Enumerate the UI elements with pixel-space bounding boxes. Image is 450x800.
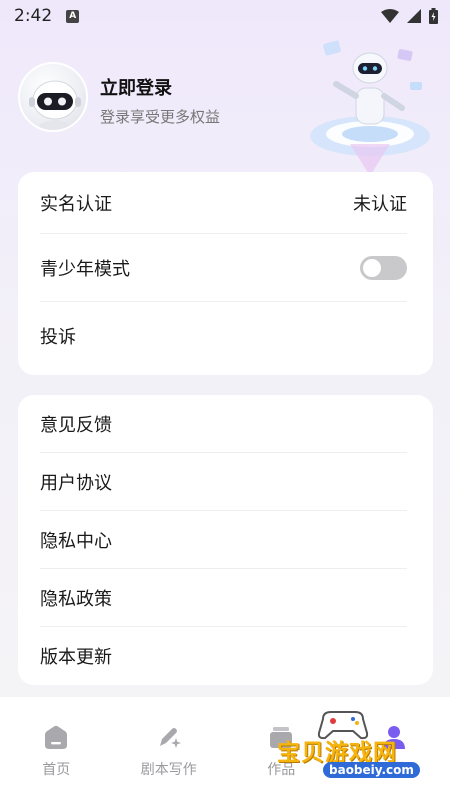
status-time: 2:42 xyxy=(14,6,53,26)
youth-mode-row: 青少年模式 xyxy=(40,234,407,302)
youth-mode-toggle[interactable] xyxy=(360,255,407,280)
tab-script-writing-label: 剧本写作 xyxy=(140,762,197,778)
toggle-knob xyxy=(363,258,381,277)
signal-icon xyxy=(407,9,421,23)
home-icon xyxy=(45,725,68,749)
tab-script-writing[interactable]: 剧本写作 xyxy=(113,697,226,800)
watermark: 宝贝游戏网 baobeiy.com xyxy=(265,705,450,785)
robot-illustration-icon xyxy=(310,40,430,176)
version-update-row[interactable]: 版本更新 xyxy=(40,627,407,685)
wifi-icon xyxy=(381,9,399,23)
tab-home-label: 首页 xyxy=(42,762,71,778)
user-agreement-label: 用户协议 xyxy=(40,472,112,494)
login-title[interactable]: 立即登录 xyxy=(100,74,172,100)
privacy-center-label: 隐私中心 xyxy=(40,530,112,552)
notification-a-icon: A xyxy=(66,9,80,23)
feedback-row[interactable]: 意见反馈 xyxy=(40,395,407,453)
robot-avatar-icon xyxy=(29,80,81,130)
account-settings-card: 实名认证 未认证 青少年模式 投诉 xyxy=(18,172,433,375)
info-card: 意见反馈 用户协议 隐私中心 隐私政策 版本更新 xyxy=(18,395,433,685)
complaint-row[interactable]: 投诉 xyxy=(40,302,407,370)
user-agreement-row[interactable]: 用户协议 xyxy=(40,453,407,511)
battery-icon xyxy=(429,8,438,24)
privacy-center-row[interactable]: 隐私中心 xyxy=(40,511,407,569)
privacy-policy-label: 隐私政策 xyxy=(40,588,112,610)
privacy-policy-row[interactable]: 隐私政策 xyxy=(40,569,407,627)
feedback-label: 意见反馈 xyxy=(40,414,112,436)
profile-header[interactable]: 立即登录 登录享受更多权益 xyxy=(18,40,438,176)
real-name-label: 实名认证 xyxy=(40,193,112,215)
tab-home[interactable]: 首页 xyxy=(0,697,113,800)
login-subtitle: 登录享受更多权益 xyxy=(100,108,221,126)
pen-sparkle-icon xyxy=(159,728,181,748)
real-name-verification-row[interactable]: 实名认证 未认证 xyxy=(40,172,407,234)
status-right xyxy=(381,8,438,24)
youth-mode-label: 青少年模式 xyxy=(40,258,130,280)
avatar[interactable] xyxy=(18,62,88,132)
complaint-label: 投诉 xyxy=(40,327,76,348)
watermark-url: baobeiy.com xyxy=(323,762,420,778)
real-name-status: 未认证 xyxy=(353,193,407,215)
version-update-label: 版本更新 xyxy=(40,647,112,668)
